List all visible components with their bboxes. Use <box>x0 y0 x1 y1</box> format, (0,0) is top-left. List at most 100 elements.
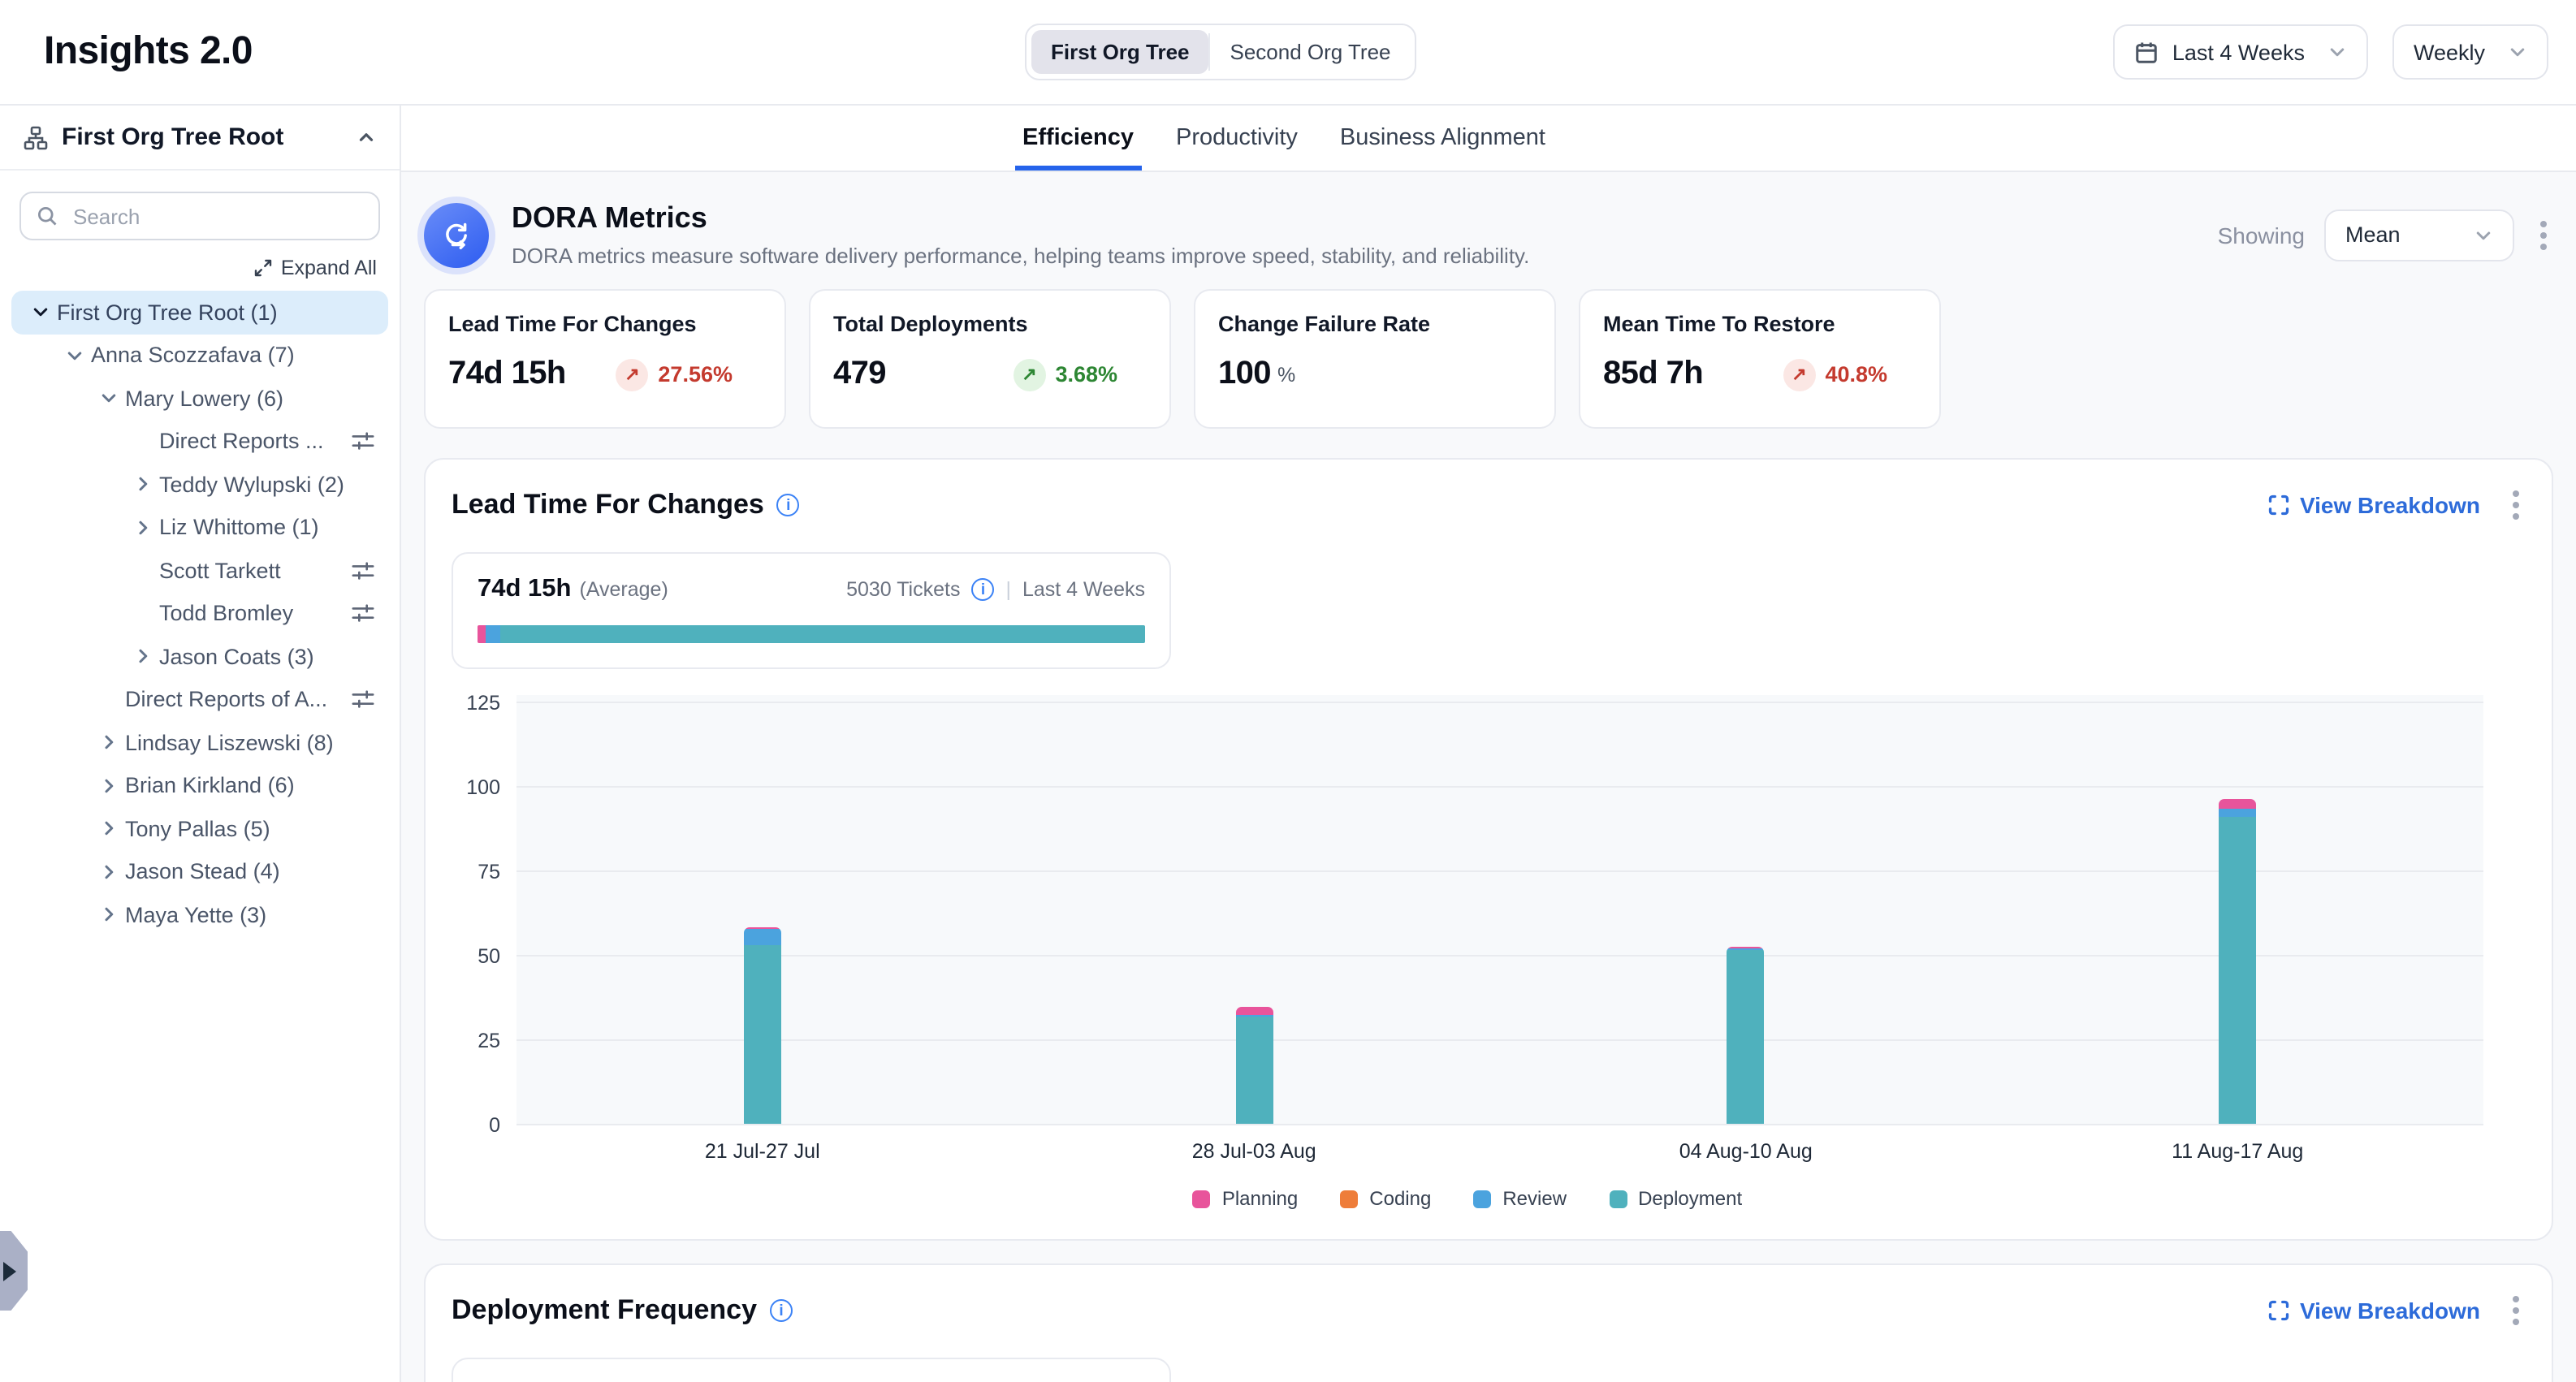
dora-title: DORA Metrics <box>512 201 1529 235</box>
view-breakdown-label: View Breakdown <box>2300 1298 2480 1324</box>
gridline <box>516 702 2483 703</box>
lead-time-title-group: Lead Time For Changes <box>452 489 800 521</box>
expand-all-button[interactable]: Expand All <box>253 257 377 279</box>
tree-item[interactable]: Todd Bromley <box>11 592 388 635</box>
stat-delta-badge: ↗40.8% <box>1783 358 1887 391</box>
tree-item[interactable]: First Org Tree Root (1) <box>11 291 388 334</box>
chevron-right-icon[interactable] <box>93 733 125 753</box>
stat-card-change-failure-rate: Change Failure Rate100% <box>1194 289 1556 429</box>
bar-segment-planning <box>1235 1008 1273 1016</box>
chevron-right-icon[interactable] <box>93 819 125 839</box>
legend-item-review: Review <box>1473 1187 1567 1210</box>
sidebar-collapse-handle[interactable] <box>0 1231 28 1311</box>
chevron-up-icon[interactable] <box>356 127 377 148</box>
view-breakdown-button[interactable]: View Breakdown <box>2267 1298 2480 1324</box>
filter-sliders-icon[interactable] <box>351 559 375 583</box>
x-tick-label: 21 Jul-27 Jul <box>516 1140 1009 1163</box>
tree-item[interactable]: Jason Coats (3) <box>11 635 388 678</box>
chevron-right-icon[interactable] <box>127 647 159 667</box>
y-tick-label: 0 <box>489 1114 500 1137</box>
chevron-down-icon <box>2508 42 2527 62</box>
kebab-menu-button[interactable] <box>2534 214 2553 256</box>
phase-segment-deployment <box>501 625 1145 643</box>
date-range-value: Last 4 Weeks <box>2172 40 2305 64</box>
tree-item-label: Liz Whittome (1) <box>159 516 319 540</box>
org-toggle-first-org-tree[interactable]: First Org Tree <box>1031 30 1209 74</box>
tab-business-alignment[interactable]: Business Alignment <box>1332 106 1554 171</box>
x-tick-label: 04 Aug-10 Aug <box>1500 1140 1992 1163</box>
tree-item[interactable]: Lindsay Liszewski (8) <box>11 721 388 764</box>
chevron-right-icon[interactable] <box>127 518 159 538</box>
trend-up-arrow-icon: ↗ <box>616 358 648 391</box>
tab-bar: Efficiency Productivity Business Alignment <box>401 106 2576 172</box>
search-input[interactable] <box>19 192 380 240</box>
y-axis: 0255075100125 <box>452 695 516 1125</box>
chevron-down-icon[interactable] <box>58 346 91 365</box>
tree-item[interactable]: Direct Reports of A... <box>11 678 388 721</box>
tree-item[interactable]: Brian Kirkland (6) <box>11 764 388 807</box>
info-icon[interactable] <box>777 494 800 516</box>
x-tick-label: 11 Aug-17 Aug <box>1992 1140 2484 1163</box>
bar-21-jul-27-jul <box>744 928 781 1124</box>
tree-item[interactable]: Anna Scozzafava (7) <box>11 334 388 377</box>
kebab-menu-button[interactable] <box>2506 1289 2526 1332</box>
tree-item[interactable]: Liz Whittome (1) <box>11 506 388 549</box>
legend-item-deployment: Deployment <box>1609 1187 1742 1210</box>
tree-item[interactable]: Jason Stead (4) <box>11 850 388 893</box>
view-breakdown-label: View Breakdown <box>2300 492 2480 518</box>
trend-up-arrow-icon: ↗ <box>1783 358 1815 391</box>
legend-swatch <box>1340 1190 1358 1207</box>
separator: | <box>1005 578 1011 601</box>
chevron-right-icon[interactable] <box>127 475 159 494</box>
sidebar: First Org Tree Root Expand All <box>0 104 401 1382</box>
chevron-right-icon[interactable] <box>93 905 125 925</box>
filter-sliders-icon[interactable] <box>351 602 375 626</box>
sidebar-header: First Org Tree Root <box>0 106 400 171</box>
bar-segment-deployment <box>2219 816 2256 1124</box>
tree-item[interactable]: Maya Yette (3) <box>11 893 388 936</box>
tree-item[interactable]: Mary Lowery (6) <box>11 377 388 420</box>
filter-sliders-icon[interactable] <box>351 688 375 712</box>
chevron-down-icon[interactable] <box>93 389 125 408</box>
tree-item-label: Tony Pallas (5) <box>125 817 270 841</box>
x-axis: 21 Jul-27 Jul28 Jul-03 Aug04 Aug-10 Aug1… <box>516 1140 2483 1163</box>
tab-productivity[interactable]: Productivity <box>1168 106 1306 171</box>
gridline <box>516 786 2483 788</box>
stat-card-value: 74d 15h <box>448 356 566 393</box>
legend-swatch <box>1193 1190 1211 1207</box>
expand-arrows-icon <box>253 258 273 278</box>
tree-item[interactable]: Teddy Wylupski (2) <box>11 463 388 506</box>
phase-distribution-bar <box>478 625 1145 643</box>
triangle-right-icon <box>3 1261 16 1281</box>
info-icon[interactable] <box>971 578 994 601</box>
trend-up-arrow-icon: ↗ <box>1013 358 1045 391</box>
info-icon[interactable] <box>770 1299 793 1322</box>
lead-time-actions: View Breakdown <box>2267 484 2526 526</box>
plot-area <box>516 695 2483 1125</box>
chevron-right-icon[interactable] <box>93 862 125 882</box>
tree-item[interactable]: Scott Tarkett <box>11 549 388 592</box>
stat-value-row: 479↗3.68% <box>833 356 1147 393</box>
tree-item[interactable]: Direct Reports ... <box>11 420 388 463</box>
kebab-menu-button[interactable] <box>2506 484 2526 526</box>
filter-sliders-icon[interactable] <box>351 430 375 454</box>
chevron-right-icon[interactable] <box>93 776 125 796</box>
tab-efficiency[interactable]: Efficiency <box>1014 106 1142 171</box>
aggregation-select[interactable]: Mean <box>2324 209 2514 261</box>
bar-11-aug-17-aug <box>2219 800 2256 1124</box>
chevron-down-icon[interactable] <box>24 303 57 322</box>
legend-label: Coding <box>1369 1187 1431 1210</box>
tree-item-label: Mary Lowery (6) <box>125 387 283 411</box>
date-range-select[interactable]: Last 4 Weeks <box>2114 24 2368 80</box>
aggregation-value: Mean <box>2345 222 2401 247</box>
lead-time-panel-header: Lead Time For Changes View Breakdown <box>452 484 2526 526</box>
phase-segment-planning <box>478 625 486 643</box>
gridline <box>516 1039 2483 1041</box>
tree-item-label: Jason Stead (4) <box>125 860 280 884</box>
org-toggle-second-org-tree[interactable]: Second Org Tree <box>1211 30 1411 74</box>
stat-delta-value: 3.68% <box>1055 362 1117 387</box>
granularity-select[interactable]: Weekly <box>2392 24 2548 80</box>
view-breakdown-button[interactable]: View Breakdown <box>2267 492 2480 518</box>
tree-item-label: Maya Yette (3) <box>125 903 266 927</box>
tree-item[interactable]: Tony Pallas (5) <box>11 807 388 850</box>
